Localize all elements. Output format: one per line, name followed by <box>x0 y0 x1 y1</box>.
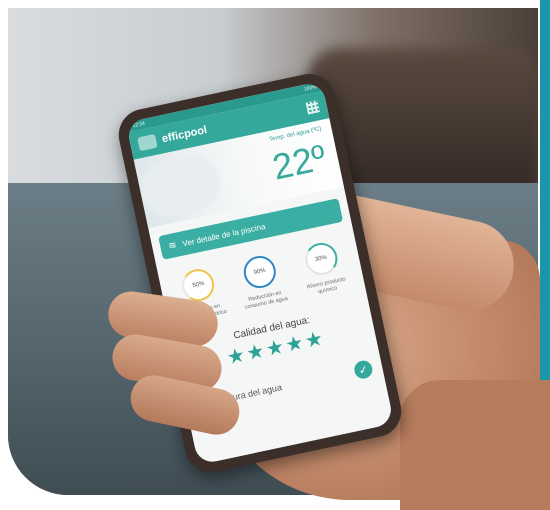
check-icon[interactable]: ✓ <box>352 358 375 381</box>
logo-icon <box>137 133 158 152</box>
pool-icon: ≋ <box>167 239 178 252</box>
stat-ring: 30% <box>302 240 341 278</box>
stat-water: 90% Reducción en consumo de agua <box>229 251 295 314</box>
stat-ring: 90% <box>240 253 279 292</box>
temperature-value: 22º <box>268 136 330 188</box>
app-title: efficpool <box>160 124 209 146</box>
hero-cloud-graphic <box>135 150 226 222</box>
stat-label: Ahorro producto químico <box>306 276 347 296</box>
qr-icon[interactable] <box>305 100 320 115</box>
stat-label: Reducción en consumo de agua <box>244 290 289 311</box>
hand-wrist <box>400 380 550 510</box>
pool-detail-label: Ver detalle de la piscina <box>181 221 267 248</box>
stat-chemical: 30% Ahorro producto químico <box>290 238 356 301</box>
